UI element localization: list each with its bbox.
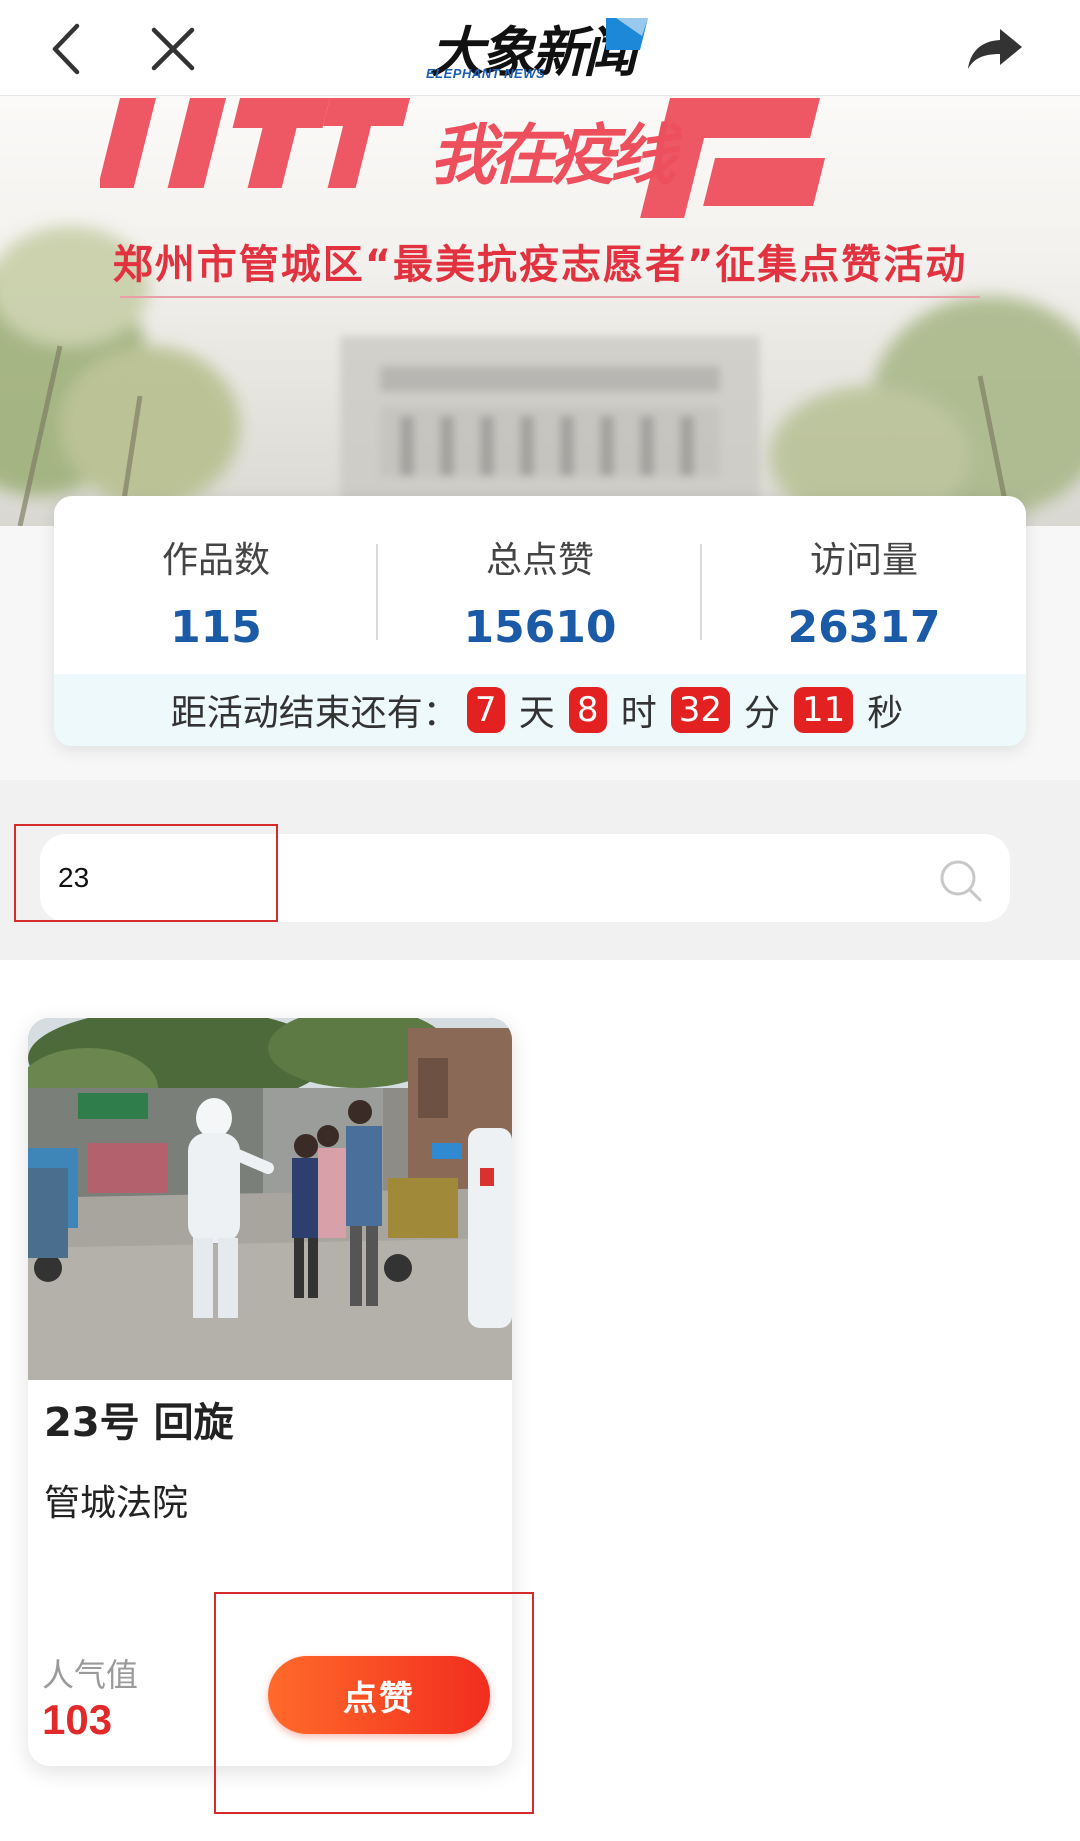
stat-label: 总点赞 bbox=[485, 540, 594, 581]
banner-title-art: 我在疫线 bbox=[97, 96, 1000, 218]
annotation-highlight-like bbox=[214, 1592, 534, 1814]
stat-value: 15610 bbox=[463, 602, 617, 653]
annotation-highlight-search bbox=[14, 824, 278, 922]
stat-visits: 访问量 26317 bbox=[702, 536, 1026, 656]
countdown-seconds-unit: 秒 bbox=[867, 693, 904, 734]
logo-english-text: ELEPHANT NEWS bbox=[426, 66, 546, 81]
popularity-label: 人气值 bbox=[42, 1656, 139, 1694]
stats-card: 作品数 115 总点赞 15610 访问量 26317 距活动结束还有： 7 天… bbox=[54, 496, 1026, 746]
entry-organization: 管城法院 bbox=[44, 1483, 189, 1524]
stat-value: 26317 bbox=[787, 602, 941, 653]
close-button[interactable] bbox=[138, 14, 208, 84]
app-logo: 大象新闻 ELEPHANT NEWS bbox=[424, 8, 656, 86]
search-icon[interactable] bbox=[938, 858, 984, 904]
stat-works: 作品数 115 bbox=[54, 536, 378, 656]
stat-label: 作品数 bbox=[161, 540, 270, 581]
banner-divider bbox=[120, 296, 980, 298]
banner-subtitle: 郑州市管城区“最美抗疫志愿者”征集点赞活动 bbox=[112, 242, 968, 288]
countdown-timer: 距活动结束还有： 7 天 8 时 32 分 11 秒 bbox=[54, 674, 1026, 746]
countdown-minutes: 32 bbox=[670, 687, 730, 733]
countdown-prefix: 距活动结束还有： bbox=[170, 693, 459, 734]
top-nav-bar: 大象新闻 ELEPHANT NEWS bbox=[0, 0, 1080, 96]
popularity-value: 103 bbox=[42, 1696, 113, 1743]
countdown-minutes-unit: 分 bbox=[744, 693, 781, 734]
countdown-seconds: 11 bbox=[794, 687, 854, 733]
countdown-hours: 8 bbox=[568, 687, 607, 733]
banner-title-text: 我在疫线 bbox=[430, 117, 676, 194]
entry-title: 23号 回旋 bbox=[44, 1400, 234, 1446]
countdown-days: 7 bbox=[466, 687, 505, 733]
stat-total-likes: 总点赞 15610 bbox=[378, 536, 702, 656]
entry-photo[interactable] bbox=[28, 1018, 512, 1380]
countdown-days-unit: 天 bbox=[518, 693, 555, 734]
back-button[interactable] bbox=[32, 14, 102, 84]
close-icon bbox=[151, 27, 195, 71]
logo-flag-icon bbox=[606, 18, 648, 50]
countdown-hours-unit: 时 bbox=[620, 693, 657, 734]
campaign-banner: 我在疫线 郑州市管城区“最美抗疫志愿者”征集点赞活动 bbox=[0, 96, 1080, 526]
stat-label: 访问量 bbox=[809, 540, 918, 581]
share-icon bbox=[968, 29, 1022, 69]
stat-value: 115 bbox=[170, 602, 262, 653]
share-button[interactable] bbox=[960, 14, 1030, 84]
back-arrow-icon bbox=[52, 23, 80, 75]
